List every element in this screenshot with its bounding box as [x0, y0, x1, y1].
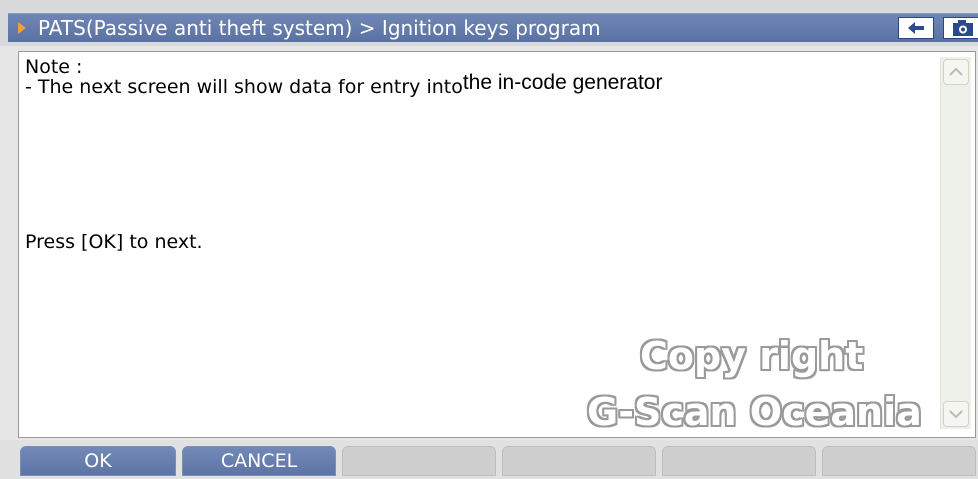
note-label: Note : — [25, 56, 83, 78]
function-button-bar: OK CANCEL — [0, 440, 978, 479]
back-button[interactable] — [898, 17, 934, 39]
message-panel: Note : - The next screen will show data … — [18, 51, 976, 438]
ok-button-label: OK — [84, 450, 112, 472]
function-button-6 — [822, 446, 976, 476]
back-arrow-icon — [908, 22, 924, 34]
chevron-up-icon — [949, 67, 963, 76]
watermark-line-1: Copy right — [640, 334, 864, 378]
breadcrumb-arrow-icon — [18, 22, 26, 34]
cancel-button-label: CANCEL — [220, 450, 298, 472]
scroll-down-button[interactable] — [943, 401, 969, 427]
function-button-4 — [502, 446, 656, 476]
title-bar-inner: PATS(Passive anti theft system) > Igniti… — [8, 13, 978, 42]
window-title: PATS(Passive anti theft system) > Igniti… — [38, 16, 601, 40]
camera-icon — [953, 20, 973, 36]
note-text-prefix: - The next screen will show data for ent… — [25, 76, 463, 98]
instruction-text: Press [OK] to next. — [25, 231, 203, 253]
function-button-3 — [342, 446, 496, 476]
watermark-line-2: G-Scan Oceania — [587, 390, 922, 434]
scroll-up-button[interactable] — [943, 59, 969, 85]
ok-button[interactable]: OK — [20, 446, 176, 476]
note-text: - The next screen will show data for ent… — [25, 72, 662, 99]
title-bar: PATS(Passive anti theft system) > Igniti… — [0, 0, 978, 46]
note-text-suffix: the in-code generator — [462, 71, 663, 94]
vertical-scrollbar[interactable] — [940, 57, 971, 429]
cancel-button[interactable]: CANCEL — [182, 446, 336, 476]
screenshot-button[interactable] — [943, 17, 978, 39]
function-button-5 — [662, 446, 816, 476]
chevron-down-icon — [949, 410, 963, 419]
